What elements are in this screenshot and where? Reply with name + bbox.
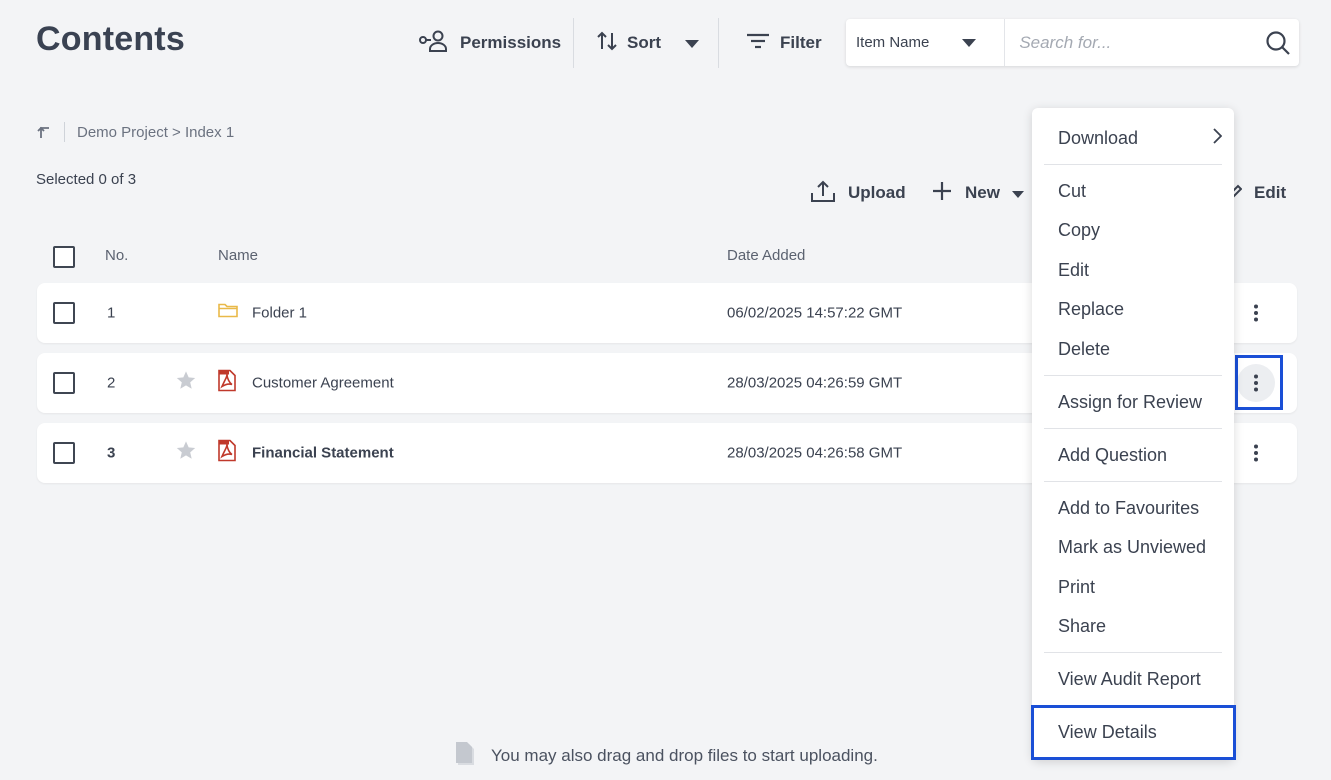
row-name[interactable]: Customer Agreement [252, 375, 394, 392]
star-icon[interactable] [175, 440, 197, 467]
sort-icon [597, 29, 617, 58]
menu-item-add-question[interactable]: Add Question [1058, 445, 1167, 466]
chevron-right-icon [1213, 128, 1223, 149]
document-icon [455, 740, 477, 771]
search-icon[interactable] [1257, 30, 1299, 56]
selection-count: Selected 0 of 3 [36, 171, 137, 188]
select-all-checkbox[interactable] [53, 246, 75, 268]
menu-item-view-details[interactable]: View Details [1058, 722, 1157, 743]
back-arrow-icon[interactable] [36, 122, 65, 142]
upload-label: Upload [848, 183, 906, 202]
pdf-icon [218, 369, 236, 397]
search-field-select[interactable]: Item Name [846, 19, 1006, 66]
row-number: 1 [107, 304, 116, 322]
pdf-icon [218, 439, 236, 467]
caret-down-icon [1011, 183, 1024, 203]
search-input[interactable] [1005, 19, 1258, 66]
caret-down-icon [685, 33, 699, 53]
filter-button[interactable]: Filter [746, 26, 822, 60]
breadcrumb-path[interactable]: Demo Project > Index 1 [77, 124, 234, 141]
folder-icon [218, 303, 238, 324]
menu-item-share[interactable]: Share [1058, 616, 1106, 637]
menu-item-mark-unviewed[interactable]: Mark as Unviewed [1058, 537, 1206, 558]
row-date: 06/02/2025 14:57:22 GMT [727, 304, 903, 322]
row-number: 2 [107, 374, 116, 392]
row-more-icon[interactable] [1237, 434, 1275, 472]
upload-button[interactable]: Upload [810, 178, 906, 208]
edit-button[interactable]: Edit [1226, 178, 1286, 208]
permissions-icon [418, 29, 450, 58]
sort-button[interactable]: Sort [597, 26, 699, 60]
menu-item-replace[interactable]: Replace [1058, 299, 1124, 320]
column-header-no[interactable]: No. [105, 247, 128, 264]
drop-hint: You may also drag and drop files to star… [455, 740, 878, 771]
menu-item-copy[interactable]: Copy [1058, 220, 1100, 241]
menu-item-add-favourites[interactable]: Add to Favourites [1058, 498, 1199, 519]
permissions-button[interactable]: Permissions [418, 26, 561, 60]
row-name[interactable]: Folder 1 [252, 305, 307, 322]
drop-hint-text: You may also drag and drop files to star… [491, 745, 878, 765]
star-icon[interactable] [175, 370, 197, 397]
search-bar: Item Name [846, 19, 1299, 66]
row-more-icon[interactable] [1237, 294, 1275, 332]
menu-item-assign-review[interactable]: Assign for Review [1058, 392, 1202, 413]
menu-item-print[interactable]: Print [1058, 577, 1095, 598]
permissions-label: Permissions [460, 33, 562, 52]
menu-item-edit[interactable]: Edit [1058, 260, 1089, 281]
new-button[interactable]: New [931, 178, 1024, 208]
caret-down-icon [962, 34, 977, 51]
filter-label: Filter [780, 33, 822, 52]
row-date: 28/03/2025 04:26:58 GMT [727, 444, 903, 462]
breadcrumb: Demo Project > Index 1 [36, 122, 234, 142]
row-name[interactable]: Financial Statement [252, 445, 394, 462]
new-label: New [965, 183, 1000, 202]
page-title: Contents [36, 20, 185, 58]
menu-item-delete[interactable]: Delete [1058, 339, 1110, 360]
row-date: 28/03/2025 04:26:59 GMT [727, 374, 903, 392]
edit-label: Edit [1254, 183, 1287, 202]
filter-icon [746, 31, 770, 56]
context-menu: Download Cut Copy Edit Replace Delete As… [1032, 108, 1234, 760]
sort-label: Sort [627, 33, 661, 52]
plus-icon [931, 180, 953, 207]
upload-icon [810, 179, 836, 208]
row-checkbox[interactable] [53, 442, 75, 464]
menu-item-download[interactable]: Download [1058, 128, 1223, 149]
menu-item-label: Download [1058, 128, 1139, 148]
menu-item-audit-report[interactable]: View Audit Report [1058, 669, 1201, 690]
column-header-date[interactable]: Date Added [727, 247, 805, 264]
column-header-name[interactable]: Name [218, 247, 258, 264]
row-number: 3 [107, 444, 116, 462]
row-checkbox[interactable] [53, 302, 75, 324]
menu-item-cut[interactable]: Cut [1058, 181, 1086, 202]
row-checkbox[interactable] [53, 372, 75, 394]
search-field-value: Item Name [856, 34, 930, 51]
row-more-icon[interactable] [1237, 364, 1275, 402]
